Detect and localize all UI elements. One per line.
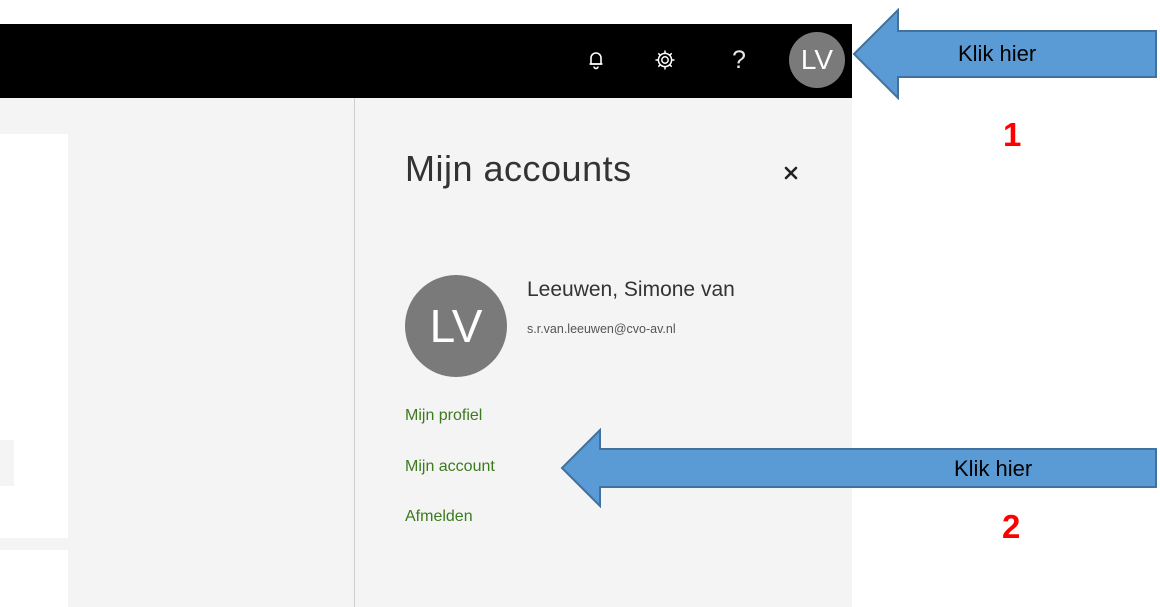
panel-title: Mijn accounts	[405, 148, 632, 189]
gear-icon[interactable]	[645, 40, 685, 80]
user-avatar: LV	[405, 275, 507, 377]
accounts-panel: Mijn accounts LV Leeuwen, Simone van s.r…	[354, 98, 852, 607]
my-account-link[interactable]: Mijn account	[405, 458, 495, 476]
content-divider	[0, 538, 68, 550]
content-card	[0, 134, 68, 607]
close-icon[interactable]	[779, 160, 803, 184]
top-bar: ? LV	[0, 24, 852, 98]
annotation-label-2: Klik hier	[954, 456, 1033, 481]
bell-icon[interactable]	[576, 40, 616, 80]
bell-icon-graphic	[589, 52, 603, 70]
user-email: s.r.van.leeuwen@cvo-av.nl	[527, 322, 676, 336]
sign-out-link[interactable]: Afmelden	[405, 508, 473, 526]
close-icon-graphic	[784, 166, 798, 180]
my-profile-link[interactable]: Mijn profiel	[405, 407, 482, 425]
gear-icon-graphic	[655, 50, 675, 70]
help-icon[interactable]: ?	[719, 40, 759, 80]
annotation-number-2: 2	[1002, 508, 1021, 545]
user-name: Leeuwen, Simone van	[527, 278, 735, 301]
main-content	[0, 98, 354, 607]
annotation-label-1: Klik hier	[958, 41, 1037, 66]
avatar[interactable]: LV	[789, 32, 845, 88]
annotation-arrow-2	[560, 428, 1157, 508]
content-divider	[0, 440, 14, 486]
annotation-number-1: 1	[1003, 116, 1022, 153]
